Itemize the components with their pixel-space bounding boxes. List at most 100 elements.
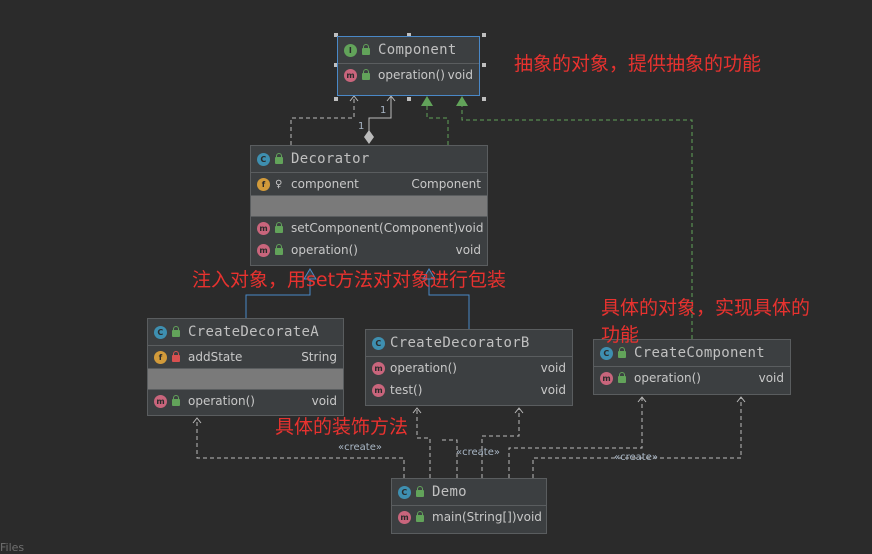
uml-class-diagram: I Component m operation() void C Decorat…	[0, 0, 872, 554]
class-name: Decorator	[291, 151, 370, 167]
protected-key-icon: ♀	[275, 178, 283, 190]
method-type: void	[311, 394, 337, 408]
runnable-class-icon: C	[398, 485, 411, 499]
method-name: setComponent(Component)	[291, 221, 459, 235]
method-icon: m	[257, 221, 270, 235]
method-type: void	[447, 68, 473, 82]
method-name: main(String[])	[432, 510, 517, 524]
note-component: 抽象的对象，提供抽象的功能	[514, 53, 762, 75]
class-title: I Component	[338, 37, 479, 64]
class-create-component[interactable]: C CreateComponent m operation() void	[593, 339, 791, 395]
method-type: void	[758, 371, 784, 385]
method-icon: m	[257, 243, 270, 257]
class-icon: C	[372, 336, 385, 350]
method-icon: m	[600, 371, 613, 385]
note-decorator: 注入对象，用set方法对对象进行包装	[192, 269, 507, 291]
public-lock-icon	[275, 244, 283, 255]
class-name: CreateDecorateA	[188, 324, 319, 340]
method-type: void	[516, 510, 542, 524]
method-row[interactable]: m operation() void	[251, 239, 487, 261]
method-name: operation()	[188, 394, 255, 408]
method-name: test()	[390, 383, 423, 397]
class-icon: C	[154, 325, 167, 339]
class-name: Demo	[432, 484, 467, 500]
note-concrete-line1: 具体的对象，实现具体的	[601, 297, 811, 319]
method-name: operation()	[634, 371, 701, 385]
method-type: void	[540, 383, 566, 397]
public-lock-icon	[362, 69, 370, 80]
public-lock-icon	[618, 372, 626, 383]
public-lock-icon	[618, 347, 626, 358]
selection-handle[interactable]	[334, 97, 338, 101]
selection-handle[interactable]	[482, 63, 486, 67]
decorator-realizes-component	[290, 95, 359, 145]
field-name: component	[291, 177, 359, 191]
public-lock-icon	[416, 511, 424, 522]
method-name: operation()	[378, 68, 445, 82]
multiplicity-label: 1	[358, 121, 365, 132]
field-type: Component	[411, 177, 481, 191]
create-stereotype-label: «create»	[338, 442, 382, 453]
selection-handle[interactable]	[482, 33, 486, 37]
class-create-decorator-b[interactable]: C CreateDecoratorB m operation() void m …	[365, 329, 573, 406]
method-type: void	[540, 361, 566, 375]
demo-creates-component	[508, 396, 746, 478]
class-title: C Decorator	[251, 146, 487, 173]
selection-handle[interactable]	[482, 97, 486, 101]
class-decorator[interactable]: C Decorator f ♀ component Component m se…	[250, 145, 488, 266]
create-stereotype-label: «create»	[456, 447, 500, 458]
field-icon: f	[257, 177, 270, 191]
class-demo[interactable]: C Demo m main(String[]) void	[391, 478, 547, 534]
note-concrete-line2: 功能	[601, 324, 640, 346]
class-icon: C	[600, 346, 613, 360]
method-icon: m	[398, 510, 411, 524]
demo-creates-decorator-b	[412, 407, 524, 478]
class-title: C CreateDecorateA	[148, 319, 343, 346]
aggregation-diamond	[364, 130, 374, 144]
realization-arrowhead-2	[456, 96, 468, 106]
field-icon: f	[154, 350, 167, 364]
field-row[interactable]: f ♀ component Component	[251, 173, 487, 195]
create-stereotype-label: «create»	[614, 452, 658, 463]
method-icon: m	[372, 383, 385, 397]
interface-icon: I	[344, 43, 357, 57]
method-row[interactable]: m operation() void	[366, 357, 572, 379]
class-name: CreateComponent	[634, 345, 765, 361]
class-component[interactable]: I Component m operation() void	[337, 36, 480, 96]
public-lock-icon	[416, 486, 424, 497]
public-lock-icon	[362, 44, 370, 55]
method-icon: m	[344, 68, 357, 82]
method-name: operation()	[291, 243, 358, 257]
method-row[interactable]: m operation() void	[594, 367, 790, 389]
decorator-green-realization	[421, 96, 449, 145]
method-name: operation()	[390, 361, 457, 375]
method-icon: m	[372, 361, 385, 375]
note-decorate-method: 具体的装饰方法	[275, 416, 409, 438]
public-lock-icon	[172, 395, 180, 406]
method-type: void	[455, 243, 481, 257]
method-row[interactable]: m operation() void	[338, 64, 479, 86]
class-name: Component	[378, 42, 457, 58]
realization-arrowhead	[421, 96, 433, 106]
field-row[interactable]: f addState String	[148, 346, 343, 368]
section-divider	[148, 368, 343, 390]
class-create-decorate-a[interactable]: C CreateDecorateA f addState String m op…	[147, 318, 344, 416]
method-row[interactable]: m test() void	[366, 379, 572, 401]
class-title: C Demo	[392, 479, 546, 506]
public-lock-icon	[275, 153, 283, 164]
section-divider	[251, 195, 487, 217]
abstract-class-icon: C	[257, 152, 270, 166]
files-panel-label[interactable]: Files	[0, 541, 24, 554]
private-lock-icon	[172, 351, 180, 362]
method-icon: m	[154, 394, 167, 408]
method-row[interactable]: m operation() void	[148, 390, 343, 412]
field-name: addState	[188, 350, 243, 364]
selection-handle[interactable]	[407, 97, 411, 101]
method-row[interactable]: m main(String[]) void	[392, 506, 546, 528]
public-lock-icon	[275, 222, 283, 233]
method-row[interactable]: m setComponent(Component) void	[251, 217, 487, 239]
class-title: C CreateDecoratorB	[366, 330, 572, 357]
multiplicity-label: 1	[380, 105, 387, 116]
class-name: CreateDecoratorB	[390, 335, 530, 351]
decorator-aggregates-component	[364, 95, 396, 144]
